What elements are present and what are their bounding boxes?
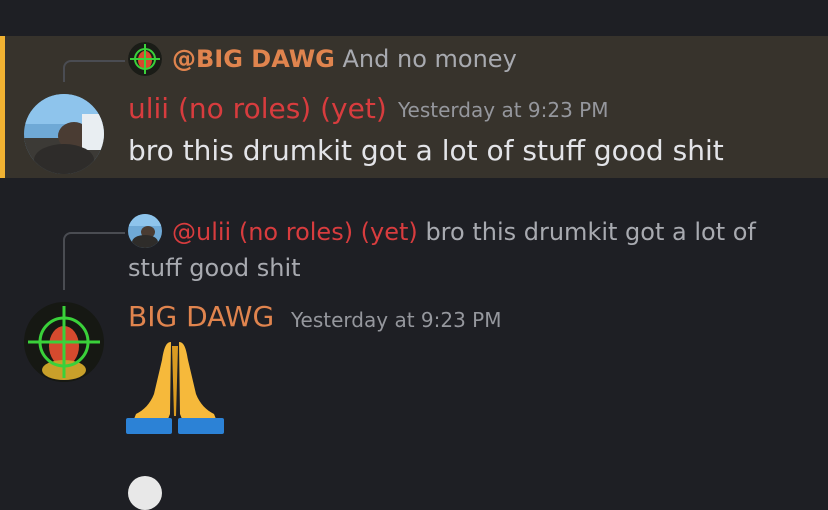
avatar-ulii[interactable] [24,94,104,174]
message-timestamp: Yesterday at 9:23 PM [398,98,609,122]
reply-text: And no money [342,45,517,73]
crosshair-avatar-icon [24,302,104,382]
crosshair-avatar-icon [128,42,162,76]
reply-spine [63,232,125,290]
mention-highlight-bar [0,36,5,178]
avatar-big-dawg[interactable] [24,302,104,382]
next-message-avatar[interactable] [128,476,162,510]
reply-preview[interactable]: @BIG DAWG And no money [172,42,517,76]
photo-avatar-icon [24,94,104,174]
message-timestamp: Yesterday at 9:23 PM [291,308,502,332]
folded-hands-emoji-icon [126,338,224,436]
reply-avatar-big-dawg[interactable] [128,42,162,76]
message-author[interactable]: ulii (no roles) (yet) [128,92,387,125]
message-author[interactable]: BIG DAWG [128,300,274,333]
reply-spine [63,60,125,82]
message-content: bro this drumkit got a lot of stuff good… [128,134,724,167]
reply-mention[interactable]: @BIG DAWG [172,45,335,73]
reply-mention[interactable]: @ulii (no roles) (yet) [172,218,418,246]
reply-preview[interactable]: @ulii (no roles) (yet) bro this drumkit … [128,214,768,286]
